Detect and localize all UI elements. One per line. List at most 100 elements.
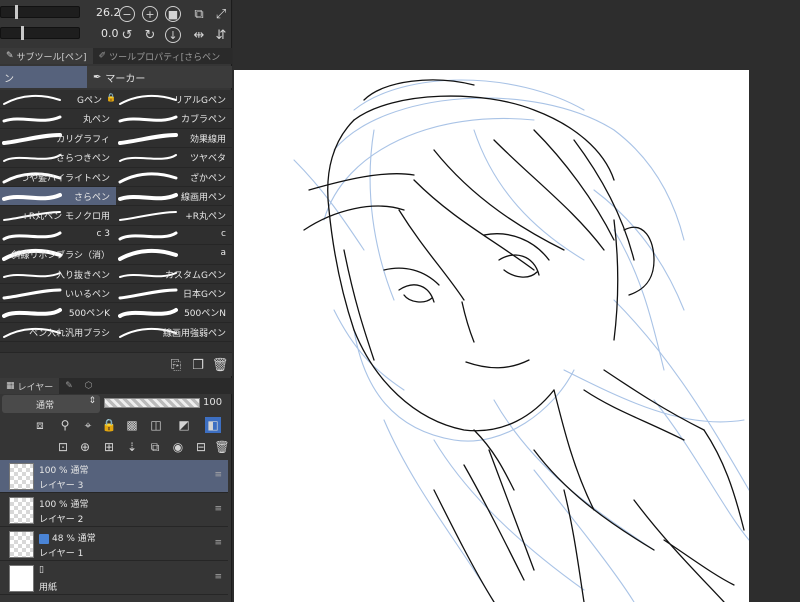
new-raster-layer-icon[interactable]: ⊡ [55,439,71,455]
copy-subtool-icon[interactable]: ⎘ [168,357,184,373]
canvas-workspace[interactable] [233,0,800,602]
brush-stroke-preview [118,288,178,300]
brush-item[interactable]: 効果線用 [116,129,232,149]
rotate-left-icon[interactable]: ↺ [119,27,135,43]
brush-name: カブラペン [180,115,226,126]
brush-item[interactable]: ざかペン [116,168,232,187]
brush-item[interactable]: カブラペン [116,109,232,129]
transparency-lock-icon[interactable]: ▩ [124,417,140,433]
brush-stroke-preview [2,308,62,319]
brush-item[interactable]: c 3 [0,226,116,246]
layer-row[interactable]: 48 % 通常 レイヤー 1 ≡ [0,528,228,561]
blend-mode-select[interactable]: 通常 ⇕ [2,395,100,413]
brush-name: 効果線用 [189,134,226,145]
brush-item[interactable]: ペン入れ汎用ブラシ [0,323,116,343]
brush-item[interactable]: いいるペン [0,284,116,304]
minus-circle-icon[interactable]: − [119,6,135,22]
brush-stroke-preview [118,132,178,145]
tab-3d[interactable]: ⬡ [79,378,99,394]
brush-item[interactable]: a [116,245,232,265]
brush-stroke-preview [119,94,177,105]
brush-name: +R丸ペン モノクロ用 [21,212,110,223]
layer-properties: 100 % 通常 [39,463,88,476]
brush-group-tabs: ン ✒ マーカー [0,66,232,88]
brush-item[interactable]: 線画用ペン [116,187,232,207]
plus-circle-icon[interactable]: + [142,6,158,22]
brush-item[interactable]: さらペン [0,186,116,207]
brush-name: c 3 [96,228,110,239]
tab-subtool[interactable]: ✎ サブツール[ペン] [0,48,93,64]
expand-icon[interactable]: ⤢ [213,6,229,22]
apply-mask-icon[interactable]: ⊟ [193,439,209,455]
delete-layer-icon[interactable]: 🗑 [214,439,230,455]
canvas-paper[interactable] [234,70,750,602]
flip-vertical-icon[interactable]: ⇵ [213,27,229,43]
new-folder-icon[interactable]: ⊞ [101,439,117,455]
layer-row[interactable]: ▯ 用紙 ≡ [0,562,228,595]
brush-item[interactable]: +R丸ペン モノクロ用 [0,206,116,226]
tab-tool-property[interactable]: ✐ ツールプロパティ[さらペン [93,48,227,64]
brush-item[interactable]: 500ペンN [116,303,232,323]
mask-icon[interactable]: ◫ [148,417,164,433]
rotate-right-icon[interactable]: ↻ [142,27,158,43]
brush-item[interactable]: 線画用強弱ペン [116,323,232,343]
draft-icon[interactable]: ⌖ [80,417,96,433]
delete-subtool-icon[interactable]: 🗑 [212,357,229,373]
brush-item[interactable]: 入り抜きペン [0,265,116,284]
layer-tab-icon: ▦ [6,381,15,391]
brush-name: ざかペン [189,173,226,184]
brush-name: 線画用強弱ペン [162,328,226,339]
layer-menu-icon[interactable]: ≡ [214,538,222,548]
brush-item[interactable]: Gペン 🔒 [0,90,116,110]
duplicate-subtool-icon[interactable]: ❐ [190,357,206,373]
layer-opacity-blend: 100 % 通常 [39,500,89,510]
brush-item[interactable]: +R丸ペン [116,206,232,226]
layer-row[interactable]: 100 % 通常 レイヤー 2 ≡ [0,494,228,527]
brush-name: 500ペンK [68,309,110,320]
layer-mask-icon[interactable]: ◉ [170,439,186,455]
layer-menu-icon[interactable]: ≡ [214,470,222,480]
brush-name: a [220,248,226,259]
tab-layer[interactable]: ▦ レイヤー [0,378,60,394]
brush-item[interactable]: リアルGペン [116,90,232,110]
reset-rotation-icon[interactable]: ↓ [165,27,181,43]
brush-stroke-preview [3,94,61,105]
layer-row[interactable]: 100 % 通常 レイヤー 3 ≡ [0,460,228,493]
layer-actions-row: ⊡ ⊕ ⊞ ⇣ ⧉ ◉ ⊟ 🗑 [0,437,232,457]
layer-color-icon[interactable]: ◧ [205,417,221,433]
reference-icon[interactable]: ⚲ [57,417,73,433]
brush-stroke-preview [118,308,178,319]
ruler-icon[interactable]: ◩ [176,417,192,433]
layer-menu-icon[interactable]: ≡ [214,572,222,582]
lock-icon[interactable]: 🔒 [101,417,117,433]
brush-size-slider[interactable] [0,5,80,19]
clip-icon[interactable]: ⧈ [32,417,48,433]
new-vector-layer-icon[interactable]: ⊕ [77,439,93,455]
stop-circle-icon[interactable]: ■ [165,6,181,22]
brush-item[interactable]: つや髪ハイライトペン [0,168,116,187]
brush-name: 斜線リボンブラシ（消） [11,251,110,262]
transfer-down-icon[interactable]: ⇣ [124,439,140,455]
brush-item[interactable]: 500ペンK [0,303,116,323]
brush-item[interactable]: カリグラフィ [0,129,116,149]
layer-menu-icon[interactable]: ≡ [214,504,222,514]
tab-pen[interactable]: ン [0,66,87,88]
brush-item[interactable]: ツヤベタ [116,148,232,168]
brush-stroke-preview [118,231,178,241]
brush-item[interactable]: 斜線リボンブラシ（消） [0,245,116,265]
brush-item[interactable]: カスタムGペン [116,265,232,284]
opacity-slider[interactable] [104,398,200,408]
rotation-slider[interactable] [0,26,80,40]
brush-item[interactable]: さらつきペン [0,148,116,168]
chevron-updown-icon: ⇕ [88,396,96,406]
tab-marker[interactable]: ✒ マーカー [87,66,232,88]
brush-item[interactable]: c [116,226,232,246]
merge-down-icon[interactable]: ⧉ [147,439,163,455]
brush-stroke-preview [118,249,178,262]
zoom-fit-icon[interactable]: ⧉ [191,6,207,22]
brush-item[interactable]: 丸ペン [0,109,116,129]
tab-navigator[interactable]: ✎ [59,378,79,394]
flip-horizontal-icon[interactable]: ⇹ [191,27,207,43]
brush-item[interactable]: 日本Gペン [116,284,232,304]
brush-stroke-preview [2,192,62,201]
